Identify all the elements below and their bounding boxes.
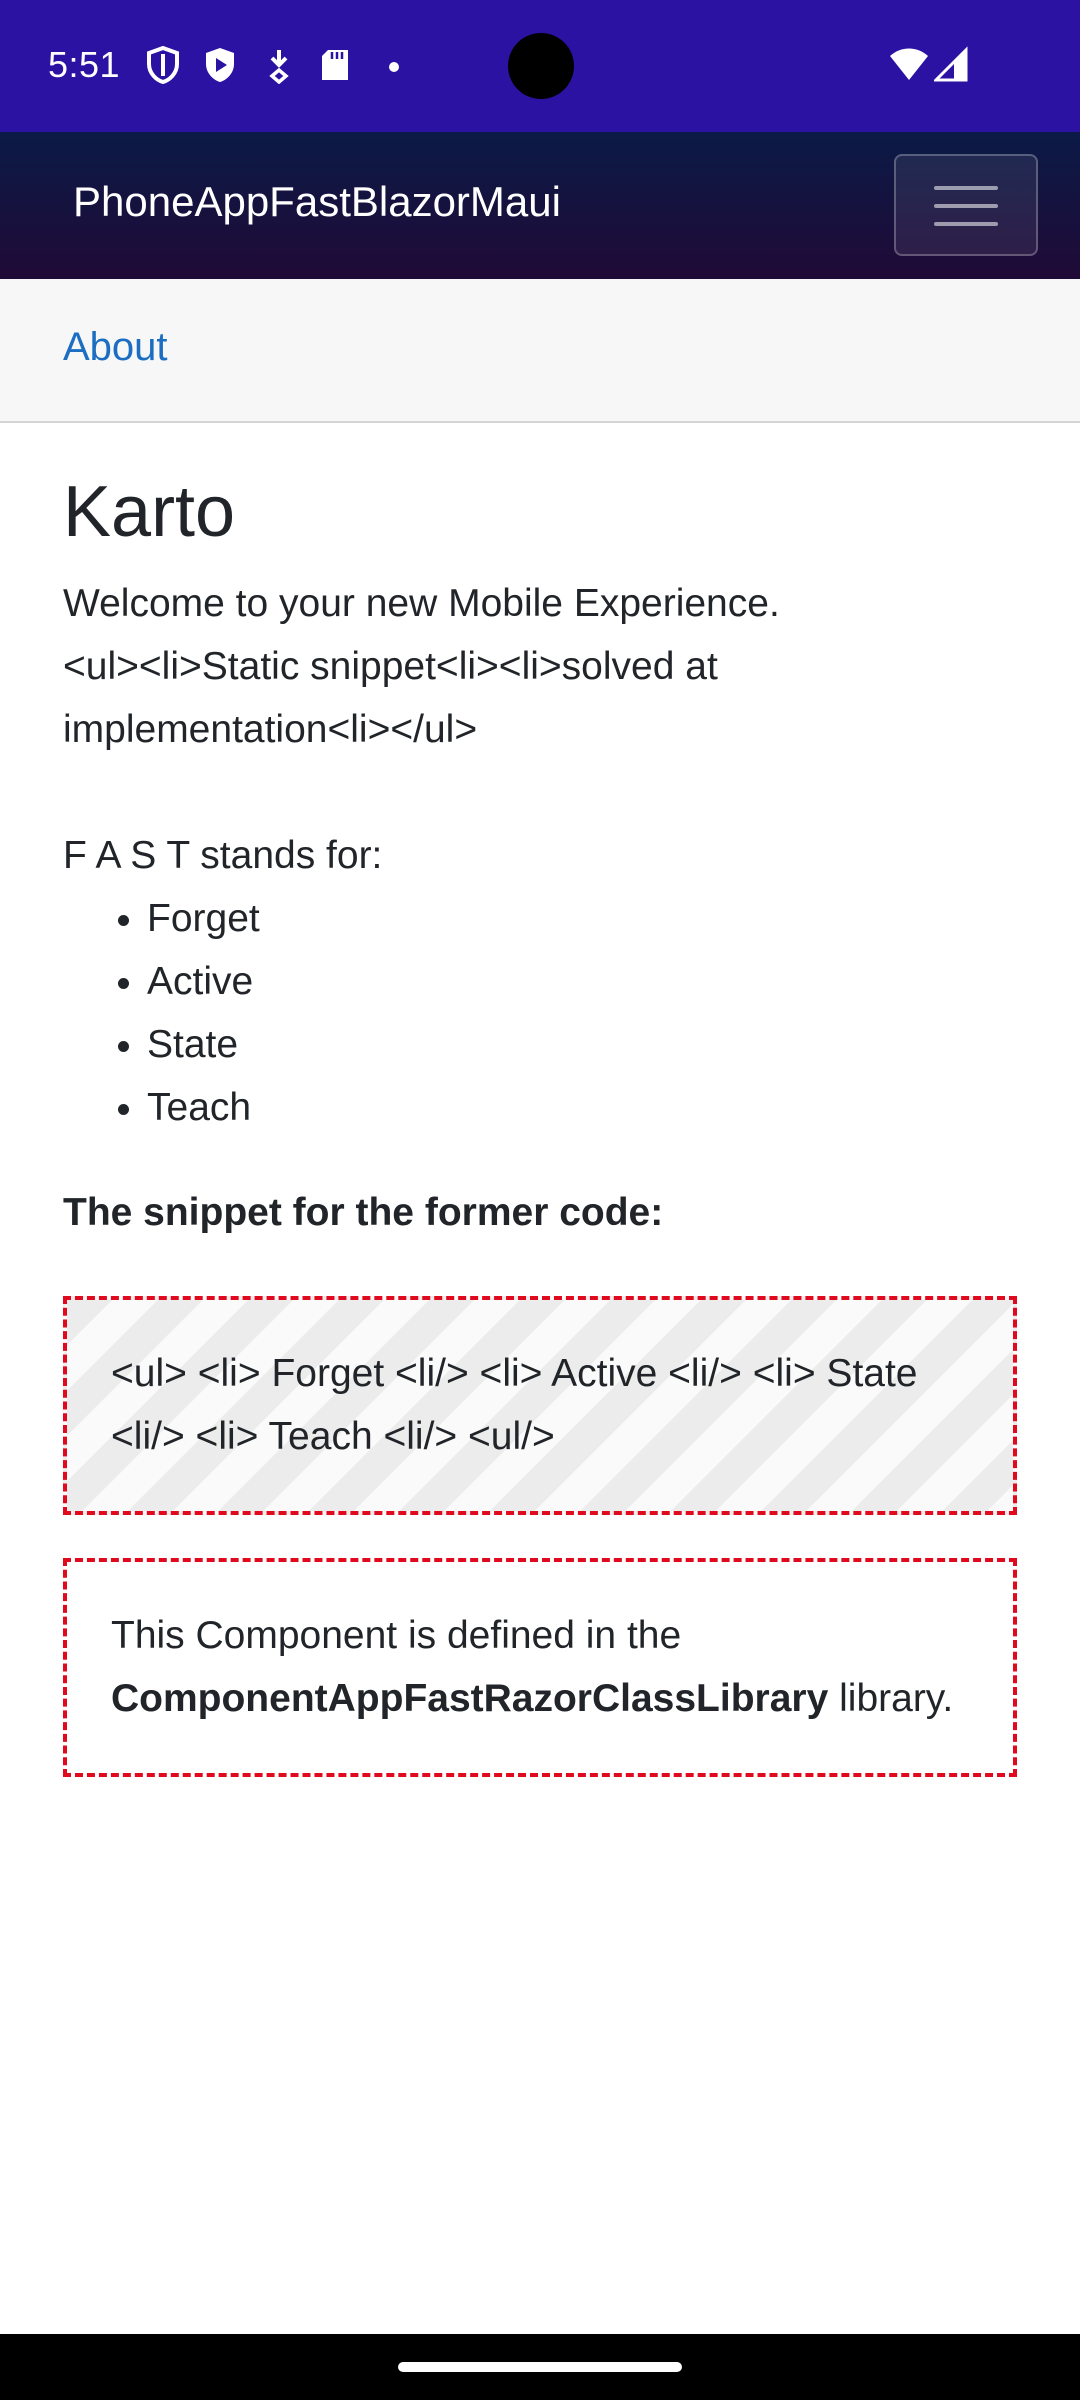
page-title: Karto [63,472,236,552]
component-info-box: This Component is defined in the Compone… [63,1558,1017,1777]
info-suffix: library. [828,1677,954,1720]
download-icon [269,50,289,84]
list-item: State [147,1013,1023,1076]
app-title: PhoneAppFastBlazorMaui [73,178,561,225]
status-bar: 5:51 [0,0,1080,132]
hamburger-icon-line [934,204,998,208]
wifi-icon [890,48,928,80]
signal-icon [934,46,968,82]
dot-icon [389,62,399,72]
info-prefix: This Component is defined in the [111,1614,682,1657]
camera-cutout [508,33,574,99]
list-item: Active [147,950,1023,1013]
home-indicator[interactable] [398,2362,682,2372]
list-item: Teach [147,1076,1023,1139]
welcome-text: Welcome to your new Mobile Experience. <… [63,572,1023,761]
menu-toggle-button[interactable] [894,154,1038,256]
shield-icon [147,46,179,84]
play-shield-icon [206,48,234,82]
top-nav: About [0,279,1080,423]
about-link[interactable]: About [63,325,168,370]
hamburger-icon-line [934,222,998,226]
main-content: Karto Welcome to your new Mobile Experie… [63,470,1023,1244]
code-snippet-text: <ul> <li> Forget <li/> <li> Active <li/>… [111,1352,918,1458]
welcome-line: Welcome to your new Mobile Experience. [63,582,780,625]
code-snippet-box: <ul> <li> Forget <li/> <li> Active <li/>… [63,1296,1017,1515]
fast-list: Forget Active State Teach [63,887,1023,1139]
library-name: ComponentAppFastRazorClassLibrary [111,1677,829,1720]
status-time: 5:51 [48,44,121,85]
app-header: PhoneAppFastBlazorMaui [0,132,1080,279]
hamburger-icon [934,186,998,190]
snippet-heading: The snippet for the former code: [63,1191,664,1234]
list-item: Forget [147,887,1023,950]
snippet-line: <ul><li>Static snippet<li><li>solved at … [63,645,718,751]
sd-card-icon [322,50,348,80]
fast-intro: F A S T stands for: [63,834,383,877]
